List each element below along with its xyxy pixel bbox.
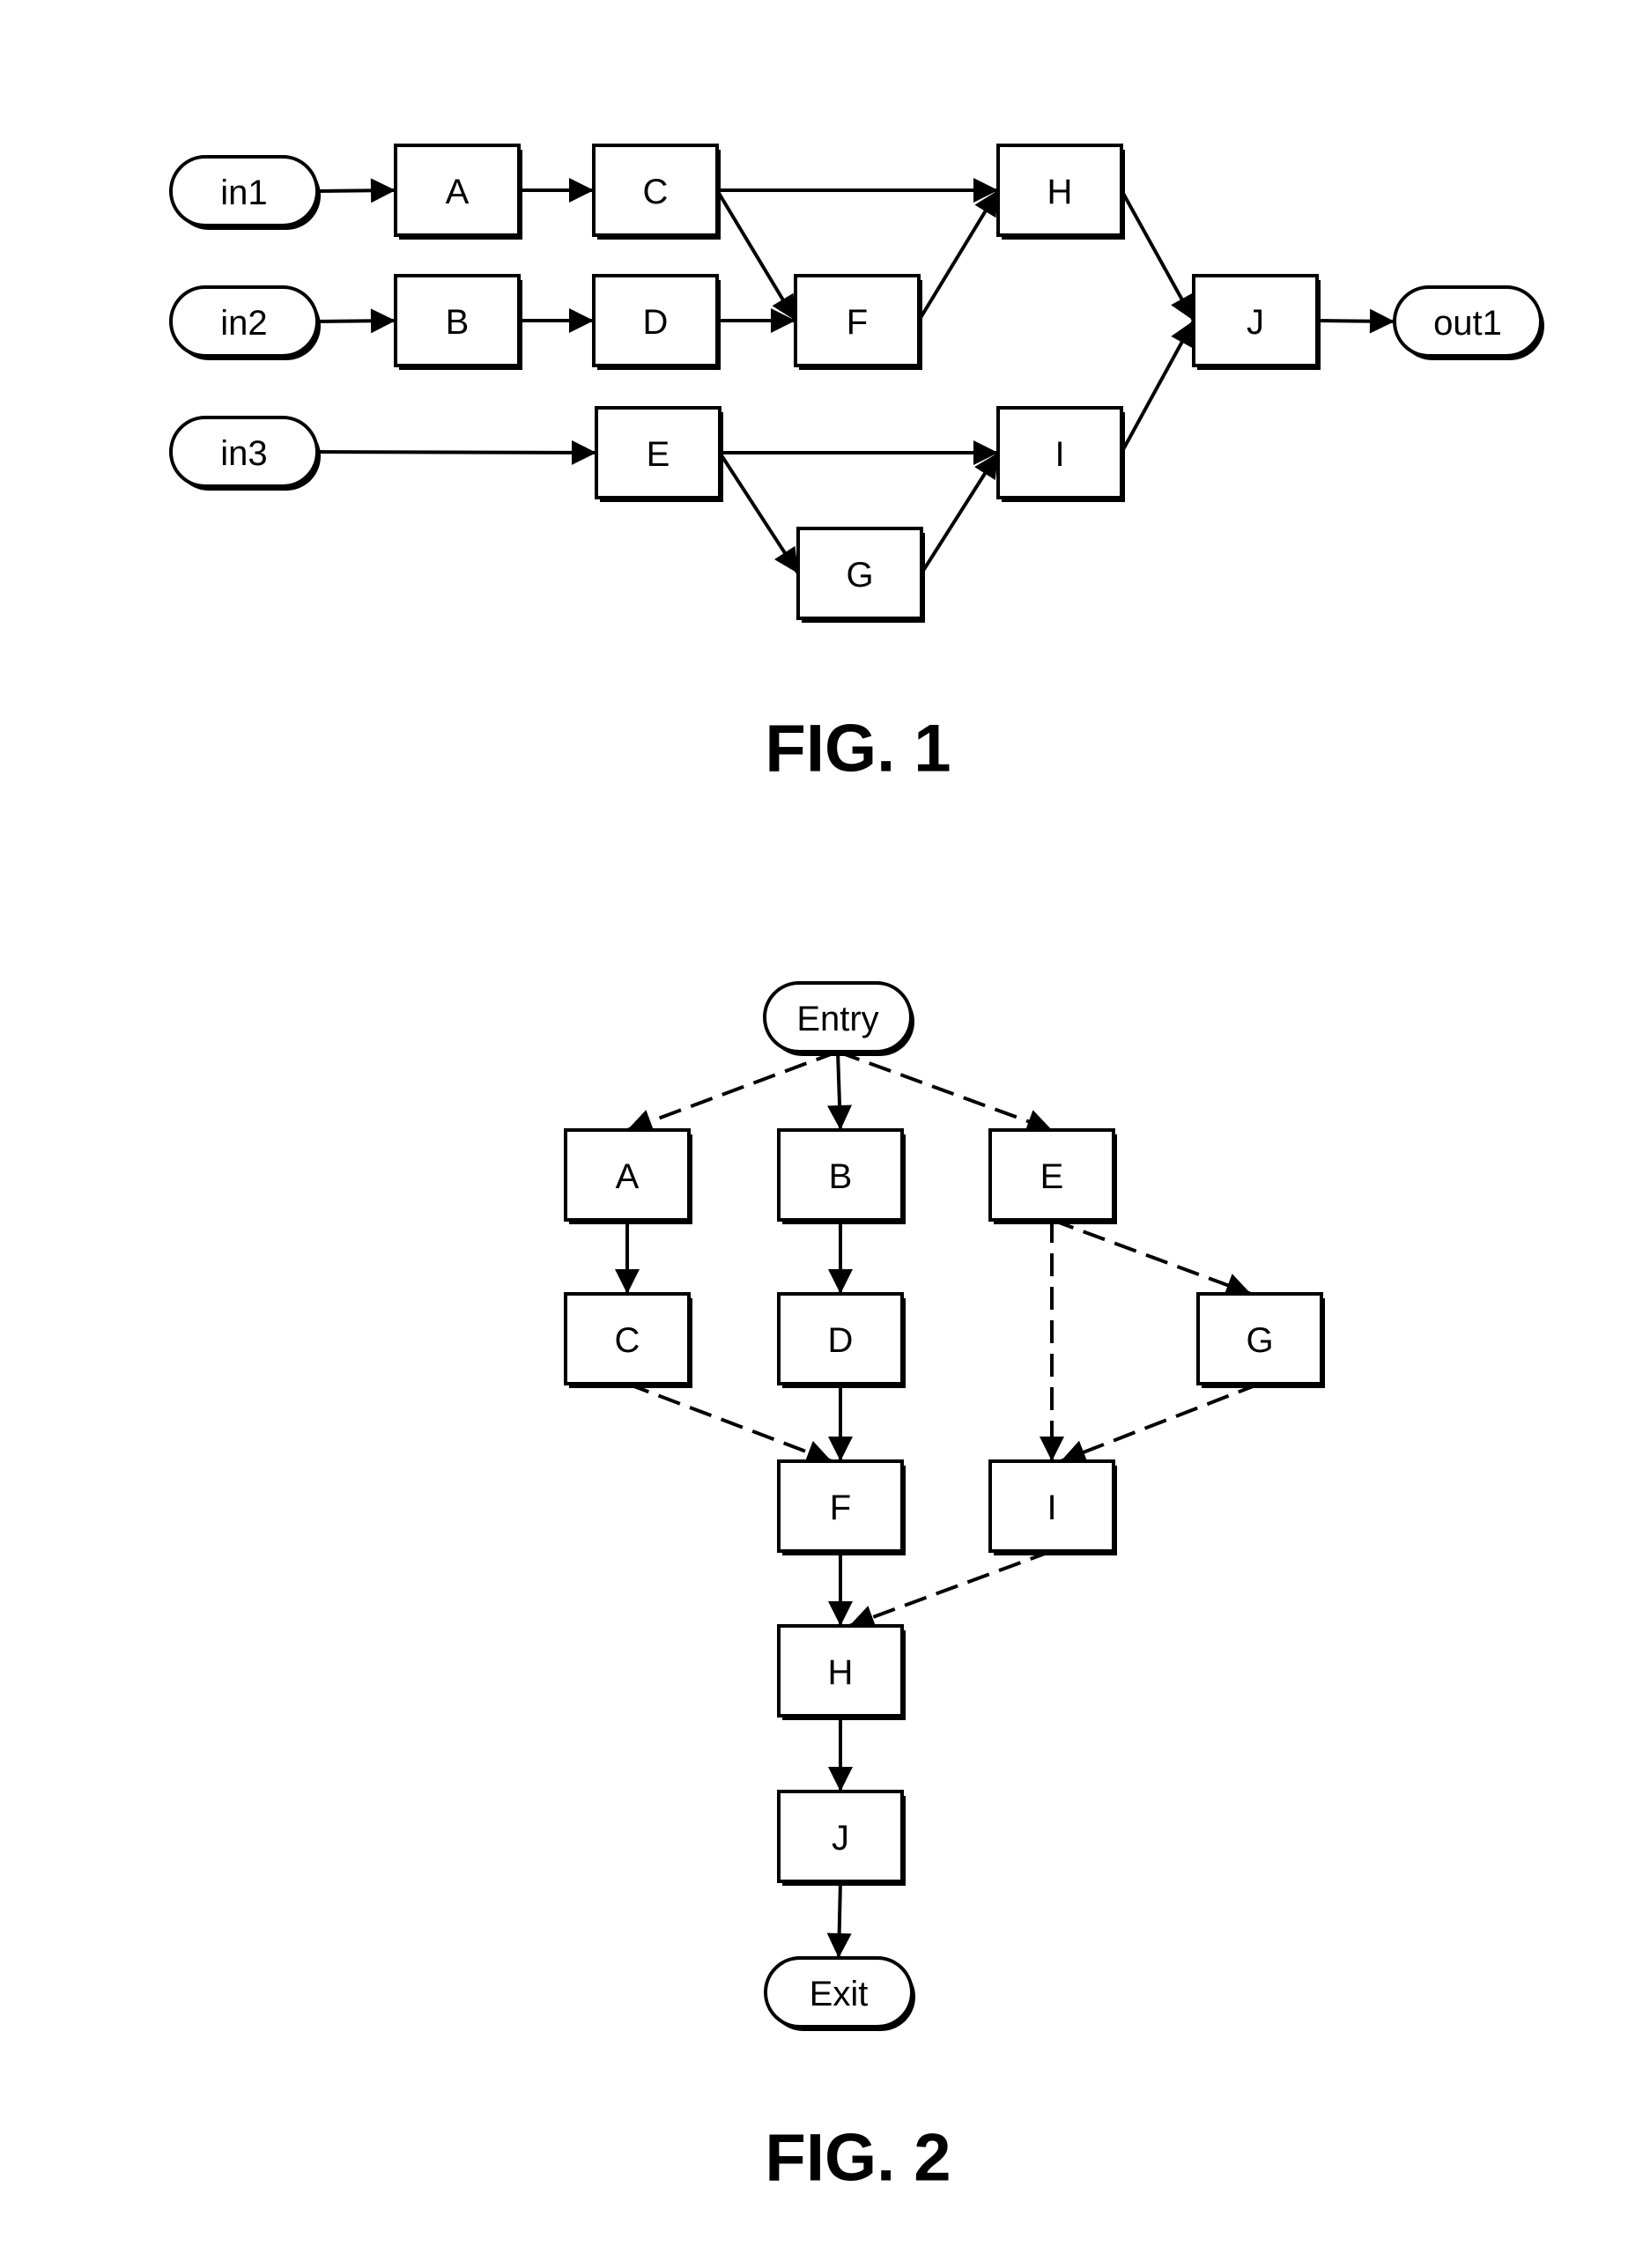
fig1-node-in1: in1 xyxy=(169,155,321,230)
fig2-edge-C-to-F xyxy=(626,1382,832,1465)
fig2-edge-I-to-H xyxy=(848,1549,1053,1629)
fig2-node-H: H xyxy=(777,1624,906,1720)
fig2-node-I: I xyxy=(988,1459,1117,1555)
figure-1-nodes: in1 in2 in3 A B C D E F G H I J out1 xyxy=(169,144,1544,623)
fig1-node-I-label: I xyxy=(1054,435,1064,474)
fig1-edge-G-to-I xyxy=(920,451,1000,575)
fig1-node-D: D xyxy=(592,274,721,370)
fig2-edge-Entry-to-B xyxy=(827,1051,853,1131)
fig2-node-B: B xyxy=(777,1128,906,1224)
fig1-edge-F-to-H xyxy=(917,188,1000,322)
fig1-node-I: I xyxy=(996,406,1125,502)
figure-2-edges xyxy=(615,1050,1261,1959)
fig2-node-E: E xyxy=(988,1128,1117,1224)
fig2-node-G-label: G xyxy=(1246,1321,1273,1360)
fig1-edge-E-to-G xyxy=(718,451,800,575)
fig1-node-in1-label: in1 xyxy=(220,174,267,212)
fig1-node-B-label: B xyxy=(446,303,470,342)
diagram-canvas: in1 in2 in3 A B C D E F G H I J out1 FIG. 1 Entry A B E C… xyxy=(169,144,1544,2196)
fig1-node-in3-label: in3 xyxy=(220,434,267,473)
fig1-edge-in1-to-A xyxy=(316,178,396,203)
fig2-node-F: F xyxy=(777,1459,906,1555)
fig1-node-F-label: F xyxy=(847,303,868,342)
fig2-node-G: G xyxy=(1196,1292,1325,1388)
fig2-node-I-label: I xyxy=(1047,1489,1056,1527)
fig2-edge-Entry-to-A xyxy=(626,1050,839,1134)
fig1-node-E: E xyxy=(595,406,723,502)
fig2-edge-G-to-I xyxy=(1060,1382,1261,1464)
fig2-node-A-label: A xyxy=(616,1157,640,1196)
fig1-node-G: G xyxy=(796,527,925,623)
fig1-edge-H-to-J xyxy=(1120,189,1195,321)
figure-1-edges xyxy=(316,178,1395,575)
fig2-node-J: J xyxy=(777,1790,906,1886)
fig1-node-C: C xyxy=(592,144,721,240)
fig2-node-Exit: Exit xyxy=(764,1956,915,2031)
figure-1-caption: FIG. 1 xyxy=(765,712,951,787)
figure-2: Entry A B E C D G F I H J Exit FIG. 2 xyxy=(564,981,1325,2196)
fig1-node-J-label: J xyxy=(1247,303,1264,342)
fig2-node-Entry-label: Entry xyxy=(796,1000,878,1038)
fig1-node-out1: out1 xyxy=(1393,285,1544,360)
fig2-node-A: A xyxy=(564,1128,692,1224)
fig1-edge-in3-to-E xyxy=(316,440,597,465)
fig2-node-B-label: B xyxy=(829,1157,853,1196)
fig2-node-C: C xyxy=(564,1292,692,1388)
fig1-node-H: H xyxy=(996,144,1125,240)
fig2-node-Entry: Entry xyxy=(763,981,914,1056)
fig2-node-D: D xyxy=(777,1292,906,1388)
fig1-node-E-label: E xyxy=(647,435,670,474)
fig2-node-Exit-label: Exit xyxy=(810,1975,869,2013)
fig2-node-C-label: C xyxy=(615,1321,640,1360)
fig1-node-A: A xyxy=(394,144,522,240)
fig2-edge-J-to-Exit xyxy=(826,1880,852,1959)
fig2-edge-Entry-to-E xyxy=(837,1050,1053,1134)
fig1-node-out1-label: out1 xyxy=(1433,304,1502,343)
fig2-node-H-label: H xyxy=(828,1653,854,1692)
figure-1: in1 in2 in3 A B C D E F G H I J out1 FIG. 1 xyxy=(169,144,1544,787)
patent-drawing-sheet: in1 in2 in3 A B C D E F G H I Jout1 FIG. 1 Entry A B E C… xyxy=(0,0,1628,2268)
fig1-edge-C-to-F xyxy=(715,188,797,322)
fig1-edge-I-to-J xyxy=(1120,320,1195,454)
fig2-node-J-label: J xyxy=(832,1819,849,1858)
fig2-edge-E-to-G xyxy=(1051,1218,1252,1297)
fig1-node-in3: in3 xyxy=(169,416,321,491)
fig2-node-E-label: E xyxy=(1040,1157,1064,1196)
figure-2-nodes: Entry A B E C D G F I H J Exit xyxy=(564,981,1325,2031)
fig1-node-B: B xyxy=(394,274,522,370)
fig1-node-G-label: G xyxy=(846,556,873,595)
fig1-node-C-label: C xyxy=(643,173,669,211)
fig1-node-A-label: A xyxy=(446,173,470,211)
fig2-node-F-label: F xyxy=(830,1489,851,1527)
fig1-node-D-label: D xyxy=(643,303,669,342)
fig2-node-D-label: D xyxy=(828,1321,854,1360)
fig1-node-in2: in2 xyxy=(169,285,321,360)
fig1-node-in2-label: in2 xyxy=(220,304,267,343)
fig1-node-F: F xyxy=(794,274,922,370)
fig1-node-J: J xyxy=(1192,274,1321,370)
fig1-node-H-label: H xyxy=(1047,173,1073,211)
figure-2-caption: FIG. 2 xyxy=(765,2121,951,2196)
